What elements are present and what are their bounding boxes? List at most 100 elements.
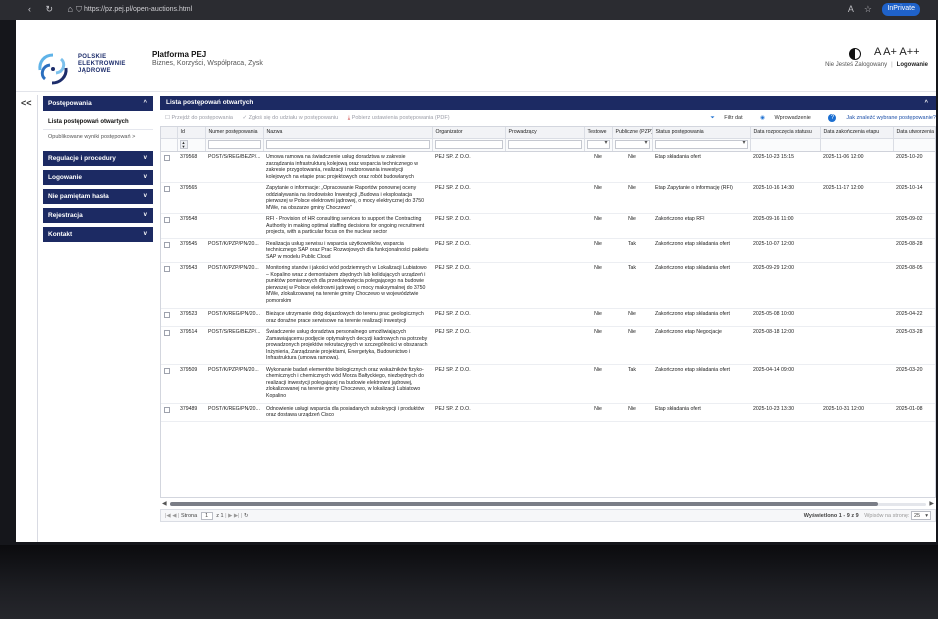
cell-organizator: PEJ SP. Z O.O. [432, 182, 505, 214]
intro-label: Wprowadzenie [774, 115, 811, 121]
pej-logo-icon [38, 53, 68, 85]
sidebar-section-postepowania[interactable]: Postępowania ^ [43, 96, 153, 111]
cell-prowadzacy [505, 238, 584, 263]
panel-title: Lista postępowań otwartych [166, 99, 254, 106]
cell-id: 379548 [177, 213, 205, 239]
filter-input[interactable] [434, 139, 503, 149]
column-header[interactable]: Data utworzenia [893, 127, 935, 139]
cell-data-utworzenia: 2025-08-05 [893, 262, 935, 309]
column-header[interactable]: Organizator [432, 127, 506, 139]
row-checkbox [161, 213, 177, 239]
address-bar[interactable]: https://pz.pej.pl/open-auctions.html [84, 6, 192, 13]
scroll-thumb[interactable] [170, 502, 878, 506]
table-row[interactable]: 379565 Zapytanie o informacje: „Opracowan… [161, 182, 935, 214]
contrast-toggle-icon[interactable] [849, 48, 861, 60]
join-button[interactable]: ✓ Zgłoś się do udziału w postępowaniu [242, 115, 338, 121]
table-row[interactable]: 379548 RFI - Provision of HR consulting s… [161, 213, 935, 239]
cell-publiczne: Tak [612, 364, 652, 404]
filter-input[interactable] [265, 139, 430, 149]
id-sort-spinner[interactable]: ▲ ▼ [179, 139, 188, 149]
cell-id: 379543 [177, 262, 205, 309]
cell-prowadzacy [505, 213, 584, 239]
first-page-icon[interactable]: |◀ [165, 513, 171, 519]
cell-id: 379523 [177, 308, 205, 327]
filter-cell [584, 138, 613, 152]
browser-nav-icons[interactable]: ‹ ↻ ⌂ [28, 4, 79, 15]
row-select-checkbox[interactable] [164, 155, 170, 161]
last-page-icon[interactable]: ▶| [234, 513, 240, 519]
column-header[interactable]: Testowe [584, 127, 613, 139]
column-header[interactable]: Status postępowania [652, 127, 751, 139]
column-header[interactable]: Numer postępowania [205, 127, 264, 139]
horizontal-scrollbar[interactable]: ◀ ▶ [160, 500, 936, 508]
cell-data-rozpoczecia: 2025-05-08 10:00 [750, 308, 820, 327]
row-select-checkbox[interactable] [164, 266, 170, 272]
help-link[interactable]: ? Jak znaleźć wybrane postępowanie? [820, 114, 936, 122]
cell-testowe: Nie [584, 364, 612, 404]
inprivate-badge[interactable]: InPrivate [882, 3, 920, 16]
scroll-right-icon[interactable]: ▶ [929, 500, 934, 507]
row-select-checkbox[interactable] [164, 367, 170, 374]
table-row[interactable]: 379568 POST/S/REG/BEZP/... Umowa ramowa na… [161, 151, 935, 183]
row-checkbox [161, 403, 177, 422]
refresh-icon[interactable]: ↻ [244, 513, 249, 519]
cell-data-rozpoczecia: 2025-04-14 09:00 [750, 364, 820, 404]
column-header[interactable]: Publiczne (PZP) [612, 127, 653, 139]
sidebar-item-lista-postepowan[interactable]: Lista postępowań otwartych [43, 115, 153, 130]
sidebar-section-nie-pamietam-hasla[interactable]: Nie pamiętam hasła v [43, 189, 153, 204]
sidebar-section-regulacje[interactable]: Regulacje i procedury v [43, 151, 153, 166]
date-filter-button[interactable]: ⏷ Filtr dat [702, 115, 742, 121]
cell-numer: POST/K/REG/PN/20... [205, 403, 263, 422]
table-row[interactable]: 379489 POST/K/REG/PN/20... Odnowienie usłu… [161, 403, 935, 422]
sidebar-section-kontakt[interactable]: Kontakt v [43, 227, 153, 242]
table-row[interactable]: 379543 POST/K/PZP/PN/20... Monitoring stan… [161, 262, 935, 309]
collapse-panel-icon[interactable]: ^ [924, 96, 928, 110]
cell-data-zakonczenia [820, 213, 893, 239]
intro-button[interactable]: ◉ Wprowadzenie [752, 115, 811, 121]
table-row[interactable]: 379514 POST/S/REG/BEZP/... Świadczenie usł… [161, 326, 935, 365]
sidebar-section-label: Logowanie [48, 174, 82, 181]
page-input[interactable]: 1 [200, 511, 213, 520]
collapse-sidebar-button[interactable]: << [21, 98, 32, 108]
sidebar: Postępowania ^ Lista postępowań otwartyc… [43, 96, 153, 246]
sidebar-section-label: Postępowania [48, 100, 92, 107]
cell-data-zakonczenia [820, 364, 893, 404]
table-row[interactable]: 379509 POST/K/PZP/PN/20... Wykonanie badań… [161, 364, 935, 404]
column-header[interactable]: Prowadzący [505, 127, 585, 139]
row-select-checkbox[interactable] [164, 330, 170, 336]
filter-dropdown[interactable] [586, 139, 610, 149]
select-all-header [161, 127, 178, 139]
row-select-checkbox[interactable] [164, 217, 170, 223]
goto-button[interactable]: ☐ Przejdź do postępowania [165, 115, 233, 121]
row-checkbox [161, 182, 177, 214]
row-select-checkbox[interactable] [164, 186, 170, 192]
pager-summary: Wyświetlono 1 - 9 z 9 Wpisów na stronę: … [804, 510, 931, 523]
filter-input[interactable] [207, 139, 261, 149]
login-status-text: Nie Jesteś Zalogowany [825, 62, 888, 68]
column-header[interactable]: Data rozpoczęcia statusu [750, 127, 821, 139]
filter-input[interactable] [507, 139, 582, 149]
download-pdf-button[interactable]: ⤓ Pobierz ustawienia postępowania (PDF) [348, 115, 450, 121]
column-header[interactable]: Id [177, 127, 206, 139]
row-select-checkbox[interactable] [164, 406, 170, 413]
scroll-left-icon[interactable]: ◀ [162, 500, 167, 507]
cell-data-zakonczenia [820, 238, 893, 263]
web-page: POLSKIE ELEKTROWNIE JĄDROWE Platforma PE… [16, 20, 936, 542]
sidebar-section-logowanie[interactable]: Logowanie v [43, 170, 153, 185]
grid-header-row: Id Numer postępowania Nazwa Organizator … [161, 127, 935, 139]
row-select-checkbox[interactable] [164, 312, 170, 318]
filter-dropdown[interactable] [654, 139, 748, 149]
sidebar-section-rejestracja[interactable]: Rejestracja v [43, 208, 153, 223]
row-select-checkbox[interactable] [164, 241, 170, 248]
font-size-controls[interactable]: A A+ A++ [874, 46, 920, 58]
per-page-select[interactable]: 25 [911, 511, 931, 521]
filter-dropdown[interactable] [614, 139, 650, 149]
column-header[interactable]: Nazwa [263, 127, 433, 139]
sidebar-item-opublikowane-wyniki[interactable]: Opublikowane wyniki postępowań > [43, 130, 153, 147]
cell-data-rozpoczecia: 2025-09-29 12:00 [750, 262, 820, 309]
login-link[interactable]: Logowanie [897, 62, 928, 68]
cell-nazwa: Zapytanie o informacje: „Opracowanie Rap… [263, 182, 432, 214]
column-header[interactable]: Data zakończenia etapu [820, 127, 894, 139]
table-row[interactable]: 379545 POST/K/PZP/PN/20... Realizacja usłu… [161, 238, 935, 263]
table-row[interactable]: 379523 POST/K/REG/PN/20... Bieżące utrzyma… [161, 308, 935, 327]
